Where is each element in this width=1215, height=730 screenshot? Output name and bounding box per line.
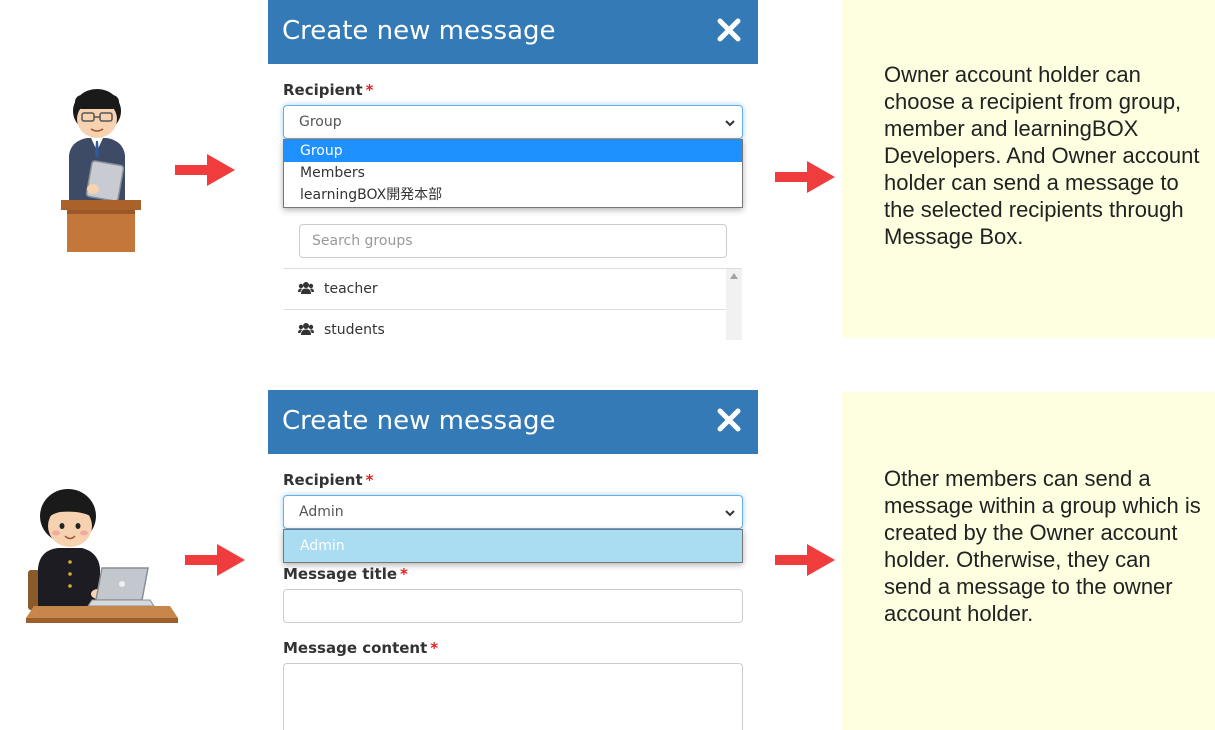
message-title-label: Message title *	[283, 565, 408, 583]
option-learningbox[interactable]: learningBOX開発本部	[284, 184, 742, 206]
group-list: teacher students	[284, 268, 742, 340]
option-admin[interactable]: Admin	[284, 530, 742, 562]
teacher-illustration	[61, 89, 141, 252]
scroll-up-icon[interactable]	[730, 273, 738, 279]
note-text-owner: Owner account holder can choose a recipi…	[884, 62, 1200, 249]
chevron-down-icon	[725, 510, 735, 517]
group-label: students	[324, 322, 385, 338]
modal-header: Create new message	[268, 390, 758, 454]
required-mark: *	[365, 471, 374, 489]
chevron-down-icon	[725, 120, 735, 127]
group-label: teacher	[324, 281, 378, 297]
message-title-input[interactable]	[283, 589, 743, 623]
recipient-select[interactable]: Group	[283, 105, 743, 139]
modal-title: Create new message	[282, 406, 556, 436]
arrow-right-icon	[175, 154, 235, 186]
users-icon	[298, 323, 314, 335]
required-mark: *	[365, 81, 374, 99]
recipient-label: Recipient *	[283, 81, 374, 99]
modal-title: Create new message	[282, 16, 556, 46]
message-content-textarea[interactable]	[283, 663, 743, 730]
required-mark: *	[400, 565, 408, 583]
recipient-select-value: Group	[299, 114, 342, 130]
arrow-right-icon	[775, 544, 835, 576]
close-icon[interactable]	[716, 17, 742, 43]
required-mark: *	[430, 639, 439, 657]
arrow-right-icon	[185, 544, 245, 576]
close-icon[interactable]	[716, 407, 742, 433]
search-groups-input[interactable]: Search groups	[299, 224, 727, 258]
recipient-select-value: Admin	[299, 504, 344, 520]
arrow-right-icon	[775, 161, 835, 193]
recipient-dropdown: Group Members learningBOX開発本部	[283, 139, 743, 208]
scrollbar[interactable]	[726, 269, 742, 340]
modal-header: Create new message	[268, 0, 758, 64]
users-icon	[298, 282, 314, 294]
option-members[interactable]: Members	[284, 162, 742, 184]
student-illustration	[26, 489, 178, 623]
recipient-dropdown: Admin	[283, 529, 743, 563]
note-box-members: Other members can send a message within …	[842, 392, 1215, 730]
search-groups-placeholder: Search groups	[312, 233, 413, 249]
message-content-label: Message content *	[283, 639, 439, 657]
note-text-members: Other members can send a message within …	[884, 466, 1201, 626]
recipient-label: Recipient *	[283, 471, 374, 489]
group-item-teacher[interactable]: teacher	[284, 269, 726, 310]
group-item-students[interactable]: students	[284, 310, 726, 340]
recipient-select[interactable]: Admin	[283, 495, 743, 529]
note-box-owner: Owner account holder can choose a recipi…	[842, 0, 1215, 338]
option-group[interactable]: Group	[284, 140, 742, 162]
